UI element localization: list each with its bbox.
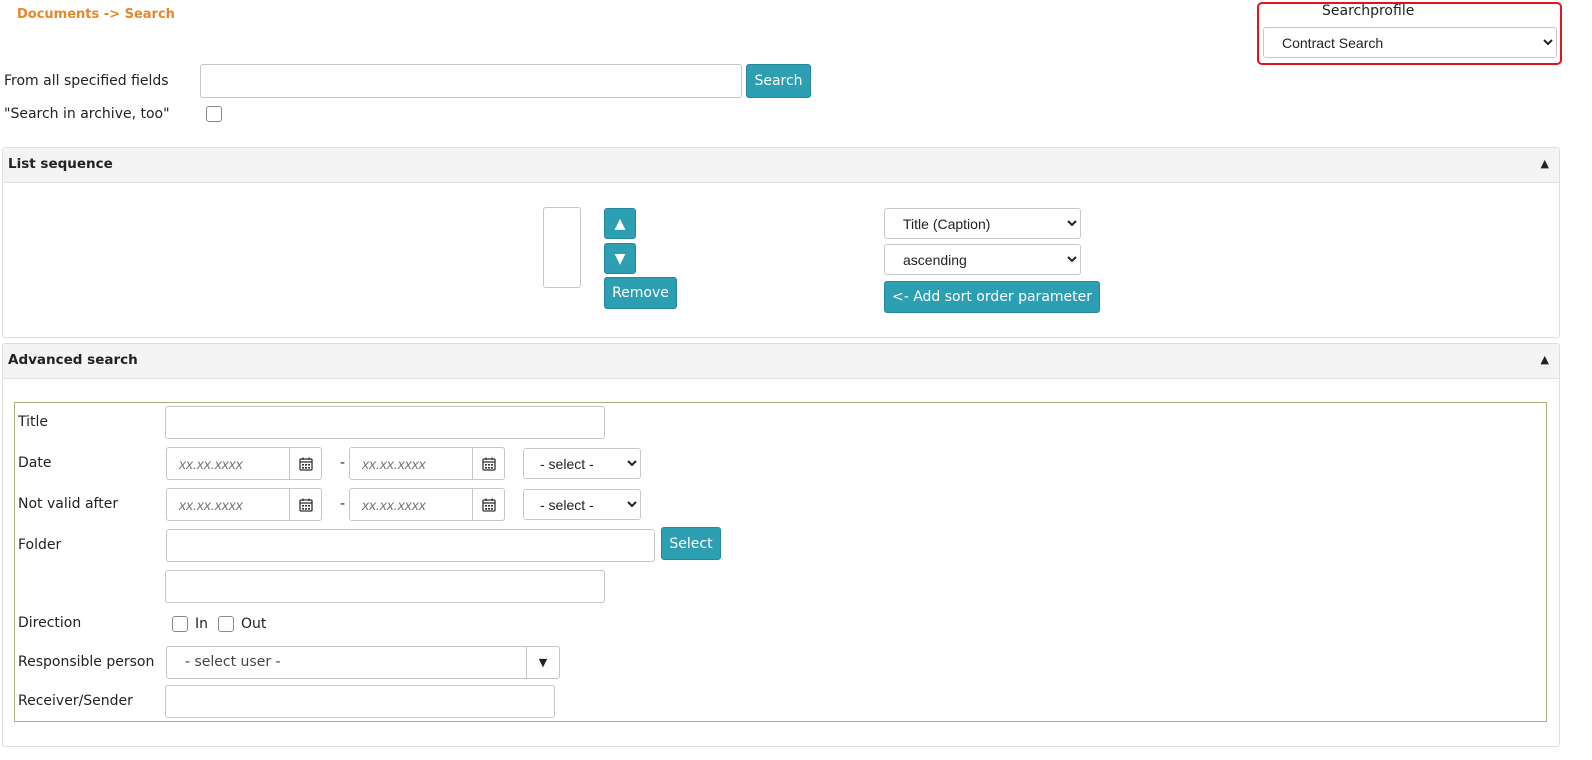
not-valid-period-select[interactable]: - select - xyxy=(523,489,641,520)
title-label: Title xyxy=(18,414,49,430)
date-to-input[interactable] xyxy=(349,447,473,480)
folder-input[interactable] xyxy=(166,529,655,562)
triangle-down-icon[interactable]: ▼ xyxy=(526,647,559,678)
calendar-icon xyxy=(481,498,496,512)
archive-label: "Search in archive, too" xyxy=(4,106,170,122)
not-valid-after-label: Not valid after xyxy=(18,496,119,512)
date-period-select[interactable]: - select - xyxy=(523,448,641,479)
not-valid-from-input[interactable] xyxy=(166,488,290,521)
quick-search-label: From all specified fields xyxy=(4,73,169,89)
breadcrumb[interactable]: Documents -> Search xyxy=(17,7,175,22)
not-valid-range-dash: - xyxy=(340,496,346,512)
folder-select-button[interactable]: Select xyxy=(661,527,721,560)
sort-field-select[interactable]: Title (Caption) xyxy=(884,208,1081,239)
add-sort-order-button[interactable]: <- Add sort order parameter xyxy=(884,281,1100,313)
date-label: Date xyxy=(18,455,52,471)
arrow-up-icon: ▲ xyxy=(614,215,626,232)
remove-button[interactable]: Remove xyxy=(604,277,677,309)
sort-order-list[interactable] xyxy=(543,207,581,288)
date-from-input[interactable] xyxy=(166,447,290,480)
folder-path-input[interactable] xyxy=(165,570,605,603)
searchprofile-label: Searchprofile xyxy=(1322,3,1415,19)
triangle-up-icon[interactable]: ▲ xyxy=(1541,353,1549,366)
date-from-calendar-button[interactable] xyxy=(290,447,322,480)
sort-direction-select[interactable]: ascending xyxy=(884,244,1081,275)
folder-label: Folder xyxy=(18,537,62,553)
searchprofile-select[interactable]: Contract Search xyxy=(1263,27,1557,58)
direction-in-label: In xyxy=(195,616,209,632)
not-valid-to-calendar-button[interactable] xyxy=(473,488,505,521)
advanced-search-title: Advanced search xyxy=(8,352,138,368)
responsible-person-value: - select user - xyxy=(185,654,281,670)
triangle-up-icon[interactable]: ▲ xyxy=(1541,157,1549,170)
list-sequence-header[interactable]: List sequence ▲ xyxy=(3,148,1559,183)
date-to-calendar-button[interactable] xyxy=(473,447,505,480)
responsible-person-select[interactable]: - select user - ▼ xyxy=(166,646,560,679)
archive-checkbox[interactable] xyxy=(206,106,222,122)
direction-out-label: Out xyxy=(241,616,267,632)
calendar-icon xyxy=(298,498,313,512)
title-input[interactable] xyxy=(165,406,605,439)
move-up-button[interactable]: ▲ xyxy=(604,208,636,239)
calendar-icon xyxy=(298,457,313,471)
move-down-button[interactable]: ▼ xyxy=(604,243,636,274)
direction-out-checkbox[interactable] xyxy=(218,616,234,632)
receiver-sender-label: Receiver/Sender xyxy=(18,693,133,709)
direction-in-checkbox[interactable] xyxy=(172,616,188,632)
responsible-person-label: Responsible person xyxy=(18,654,155,670)
list-sequence-title: List sequence xyxy=(8,156,113,172)
not-valid-to-input[interactable] xyxy=(349,488,473,521)
direction-label: Direction xyxy=(18,615,82,631)
not-valid-from-calendar-button[interactable] xyxy=(290,488,322,521)
calendar-icon xyxy=(481,457,496,471)
list-sequence-panel: List sequence ▲ xyxy=(2,147,1560,338)
quick-search-input[interactable] xyxy=(200,64,742,98)
date-range-dash: - xyxy=(340,455,346,471)
receiver-sender-input[interactable] xyxy=(165,685,555,718)
search-button[interactable]: Search xyxy=(746,64,811,98)
advanced-search-header[interactable]: Advanced search ▲ xyxy=(3,344,1559,379)
arrow-down-icon: ▼ xyxy=(614,250,626,267)
